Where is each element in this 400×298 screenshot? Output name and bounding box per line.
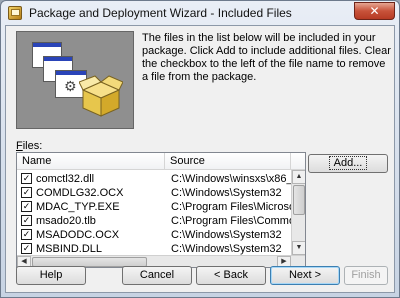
- include-checkbox[interactable]: ✓: [21, 173, 32, 184]
- file-row[interactable]: ✓ MSBIND.DLL C:\Windows\System32: [17, 242, 291, 256]
- column-header-name[interactable]: Name: [17, 153, 165, 170]
- file-source: C:\Windows\System32: [171, 229, 282, 241]
- include-checkbox[interactable]: ✓: [21, 187, 32, 198]
- help-button[interactable]: Help: [16, 266, 86, 285]
- file-source: C:\Program Files\Common File: [171, 215, 291, 227]
- open-box-icon: [79, 75, 123, 117]
- scroll-down-icon[interactable]: ▼: [292, 241, 305, 255]
- title-bar[interactable]: Package and Deployment Wizard - Included…: [1, 1, 399, 25]
- include-checkbox[interactable]: ✓: [21, 215, 32, 226]
- file-row[interactable]: ✓ comctl32.dll C:\Windows\winsxs\x86_mic…: [17, 172, 291, 186]
- package-illustration: ⚙: [16, 31, 134, 129]
- file-name: MSADODC.OCX: [36, 229, 120, 241]
- file-name: MDAC_TYP.EXE: [36, 201, 120, 213]
- file-source: C:\Windows\System32: [171, 243, 282, 255]
- app-icon: [8, 6, 22, 20]
- files-label-accelerator: F: [16, 140, 23, 152]
- vertical-scrollbar[interactable]: ▲ ▼: [291, 170, 305, 255]
- file-row[interactable]: ✓ COMDLG32.OCX C:\Windows\System32: [17, 186, 291, 200]
- list-header: Name Source: [17, 153, 305, 170]
- file-source: C:\Windows\System32: [171, 187, 282, 199]
- files-list[interactable]: Name Source ✓ comctl32.dll C:\Windows\wi…: [16, 152, 306, 268]
- back-button[interactable]: < Back: [196, 266, 266, 285]
- wizard-client-area: ⚙ The files in the list below will be in…: [5, 25, 395, 293]
- vertical-scroll-thumb[interactable]: [293, 185, 305, 215]
- file-name: COMDLG32.OCX: [36, 187, 124, 199]
- intro-text: The files in the list below will be incl…: [142, 32, 391, 83]
- column-header-source[interactable]: Source: [165, 153, 291, 170]
- window-title: Package and Deployment Wizard - Included…: [29, 6, 292, 20]
- file-source: C:\Windows\winsxs\x86_micro: [171, 173, 291, 185]
- file-name: comctl32.dll: [36, 173, 95, 185]
- file-row[interactable]: ✓ MDAC_TYP.EXE C:\Program Files\Microsof…: [17, 200, 291, 214]
- file-row[interactable]: ✓ msado20.tlb C:\Program Files\Common Fi…: [17, 214, 291, 228]
- next-button[interactable]: Next >: [270, 266, 340, 285]
- file-name: msado20.tlb: [36, 215, 96, 227]
- files-label: Files:: [16, 140, 42, 152]
- file-name: MSBIND.DLL: [36, 243, 103, 255]
- file-row[interactable]: ✓ MSADODC.OCX C:\Windows\System32: [17, 228, 291, 242]
- finish-button[interactable]: Finish: [344, 266, 388, 285]
- include-checkbox[interactable]: ✓: [21, 243, 32, 254]
- include-checkbox[interactable]: ✓: [21, 229, 32, 240]
- wizard-window: Package and Deployment Wizard - Included…: [0, 0, 400, 298]
- cancel-button[interactable]: Cancel: [122, 266, 192, 285]
- close-button[interactable]: ✕: [354, 2, 395, 20]
- gear-icon: ⚙: [64, 78, 77, 94]
- file-source: C:\Program Files\Microsoft Vis: [171, 201, 291, 213]
- scroll-up-icon[interactable]: ▲: [292, 170, 305, 184]
- include-checkbox[interactable]: ✓: [21, 201, 32, 212]
- add-button[interactable]: Add...: [308, 154, 388, 173]
- files-label-text: iles:: [22, 140, 43, 152]
